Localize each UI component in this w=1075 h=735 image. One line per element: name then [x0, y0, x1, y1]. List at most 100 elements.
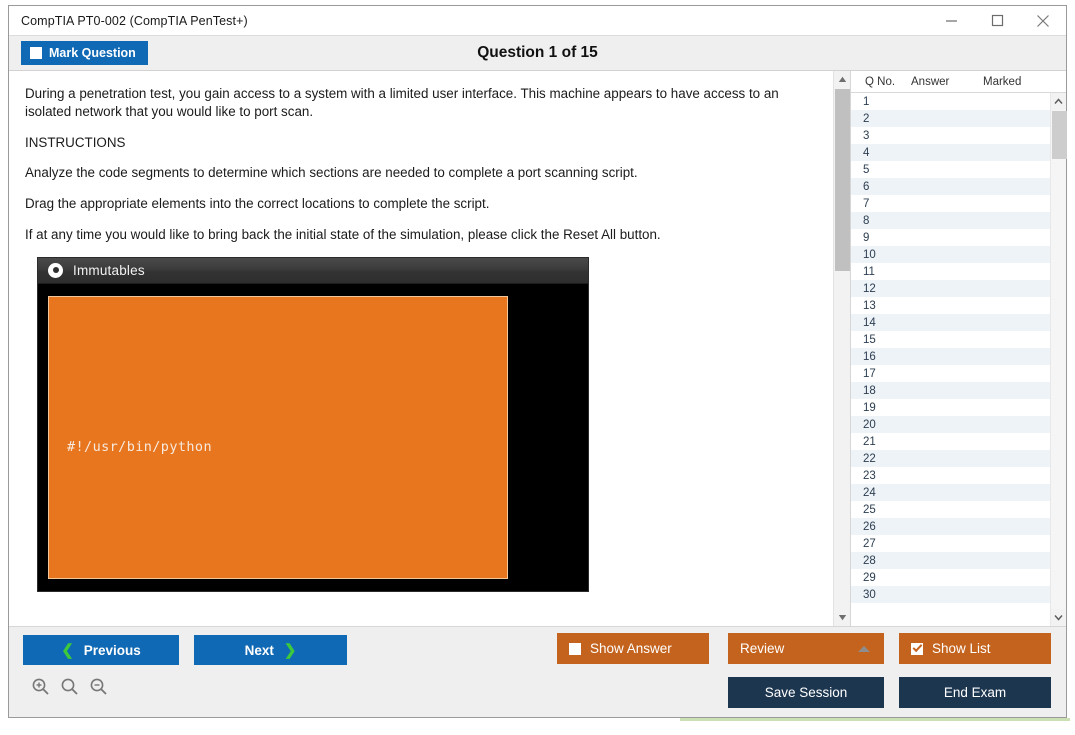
zoom-out-icon[interactable] — [89, 677, 108, 696]
table-row[interactable]: 10 — [851, 246, 1050, 263]
code-segment-block[interactable]: #!/usr/bin/python — [48, 295, 508, 579]
content-scrollbar[interactable] — [833, 71, 850, 626]
question-content-pane: During a penetration test, you gain acce… — [9, 71, 833, 626]
question-number-cell: 25 — [863, 503, 876, 516]
background-accent-strip — [680, 718, 1070, 721]
table-row[interactable]: 1 — [851, 93, 1050, 110]
show-list-checkbox[interactable] — [911, 642, 923, 655]
table-row[interactable]: 24 — [851, 484, 1050, 501]
content-scroll-down-button[interactable] — [834, 609, 850, 626]
next-button-label: Next — [244, 642, 274, 658]
question-header-bar: Mark Question Question 1 of 15 — [9, 35, 1066, 71]
record-circle-icon — [48, 262, 63, 278]
table-row[interactable]: 27 — [851, 535, 1050, 552]
question-number-cell: 5 — [863, 163, 870, 176]
table-row[interactable]: 17 — [851, 365, 1050, 382]
immutables-panel-header: Immutables — [38, 257, 588, 284]
list-scroll-down-button[interactable] — [1051, 609, 1066, 626]
table-row[interactable]: 2 — [851, 110, 1050, 127]
column-header-answer: Answer — [911, 75, 950, 88]
immutables-panel: Immutables #!/usr/bin/python — [37, 256, 589, 592]
question-number-cell: 20 — [863, 418, 876, 431]
review-dropdown[interactable]: Review — [728, 633, 884, 664]
question-list-scrollbar[interactable] — [1050, 93, 1067, 626]
table-row[interactable]: 9 — [851, 229, 1050, 246]
question-number-cell: 30 — [863, 588, 876, 601]
question-number-cell: 16 — [863, 350, 876, 363]
close-button[interactable] — [1020, 6, 1066, 35]
table-row[interactable]: 15 — [851, 331, 1050, 348]
question-number-cell: 7 — [863, 197, 870, 210]
instruction-line-3: If at any time you would like to bring b… — [25, 227, 661, 243]
table-row[interactable]: 25 — [851, 501, 1050, 518]
question-number-cell: 22 — [863, 452, 876, 465]
table-row[interactable]: 7 — [851, 195, 1050, 212]
minimize-button[interactable] — [928, 6, 974, 35]
table-row[interactable]: 5 — [851, 161, 1050, 178]
table-row[interactable]: 8 — [851, 212, 1050, 229]
question-scenario-text: During a penetration test, you gain acce… — [25, 86, 779, 119]
show-list-button[interactable]: Show List — [899, 633, 1051, 664]
table-row[interactable]: 6 — [851, 178, 1050, 195]
zoom-reset-icon[interactable] — [60, 677, 79, 696]
table-row[interactable]: 16 — [851, 348, 1050, 365]
immutables-panel-title: Immutables — [73, 262, 145, 278]
content-scroll-up-button[interactable] — [834, 71, 850, 88]
content-scroll-thumb[interactable] — [835, 89, 850, 271]
end-exam-button[interactable]: End Exam — [899, 677, 1051, 708]
table-row[interactable]: 21 — [851, 433, 1050, 450]
list-scroll-up-button[interactable] — [1051, 93, 1066, 110]
chevron-up-icon — [838, 76, 846, 82]
question-content: During a penetration test, you gain acce… — [9, 71, 833, 592]
table-row[interactable]: 4 — [851, 144, 1050, 161]
question-number-cell: 6 — [863, 180, 870, 193]
chevron-down-icon — [838, 615, 846, 621]
table-row[interactable]: 23 — [851, 467, 1050, 484]
zoom-toolbar — [31, 677, 108, 696]
column-header-qno: Q No. — [865, 75, 896, 88]
mark-question-checkbox[interactable] — [30, 47, 42, 59]
next-button[interactable]: Next ❯ — [194, 635, 347, 665]
table-row[interactable]: 19 — [851, 399, 1050, 416]
question-number-cell: 23 — [863, 469, 876, 482]
minimize-icon — [945, 20, 957, 22]
question-number-cell: 17 — [863, 367, 876, 380]
instruction-line-1: Analyze the code segments to determine w… — [25, 165, 638, 181]
table-row[interactable]: 3 — [851, 127, 1050, 144]
table-row[interactable]: 11 — [851, 263, 1050, 280]
maximize-button[interactable] — [974, 6, 1020, 35]
mark-question-button[interactable]: Mark Question — [21, 41, 148, 65]
window-title: CompTIA PT0-002 (CompTIA PenTest+) — [21, 13, 248, 28]
table-row[interactable]: 30 — [851, 586, 1050, 603]
question-number-cell: 28 — [863, 554, 876, 567]
question-number-cell: 24 — [863, 486, 876, 499]
show-answer-checkbox[interactable] — [569, 642, 581, 655]
table-row[interactable]: 20 — [851, 416, 1050, 433]
application-window: CompTIA PT0-002 (CompTIA PenTest+) Mark … — [8, 5, 1067, 718]
question-number-cell: 13 — [863, 299, 876, 312]
question-number-cell: 1 — [863, 95, 870, 108]
save-session-button[interactable]: Save Session — [728, 677, 884, 708]
chevron-up-icon — [858, 645, 870, 652]
table-row[interactable]: 14 — [851, 314, 1050, 331]
immutables-panel-body: #!/usr/bin/python — [38, 283, 588, 591]
question-number-cell: 8 — [863, 214, 870, 227]
table-row[interactable]: 29 — [851, 569, 1050, 586]
show-answer-button[interactable]: Show Answer — [557, 633, 709, 664]
list-scroll-thumb[interactable] — [1052, 111, 1067, 159]
question-number-cell: 18 — [863, 384, 876, 397]
table-row[interactable]: 22 — [851, 450, 1050, 467]
code-segment-text: #!/usr/bin/python — [67, 438, 212, 455]
table-row[interactable]: 12 — [851, 280, 1050, 297]
previous-button[interactable]: ❮ Previous — [23, 635, 179, 665]
chevron-down-icon — [1054, 615, 1063, 621]
table-row[interactable]: 13 — [851, 297, 1050, 314]
question-number-cell: 10 — [863, 248, 876, 261]
question-list-rows: 1 2 3 4 5 6 7 8 9 10 11 12 13 14 15 16 17 18 19 20 21 22 23 24 2… — [851, 93, 1050, 626]
table-row[interactable]: 26 — [851, 518, 1050, 535]
zoom-in-icon[interactable] — [31, 677, 50, 696]
table-row[interactable]: 28 — [851, 552, 1050, 569]
exam-application: CompTIA PT0-002 (CompTIA PenTest+) Mark … — [0, 0, 1075, 735]
table-row[interactable]: 18 — [851, 382, 1050, 399]
show-answer-label: Show Answer — [590, 641, 672, 656]
